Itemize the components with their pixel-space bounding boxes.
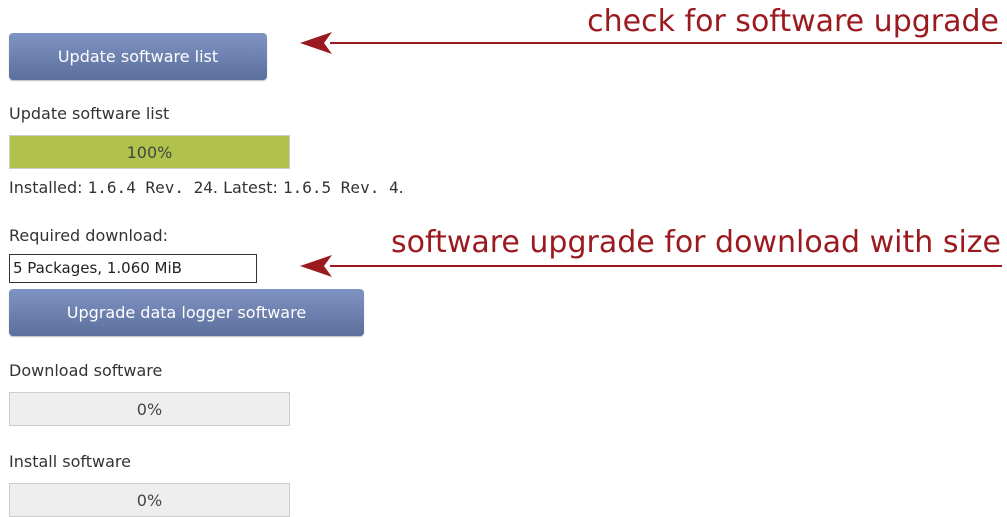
- annotation-arrow-download: [300, 255, 1002, 277]
- download-progress-bar: 0%: [9, 392, 290, 426]
- install-progress-bar: 0%: [9, 483, 290, 517]
- upgrade-data-logger-software-button[interactable]: Upgrade data logger software: [9, 289, 364, 336]
- download-progress-label: Download software: [9, 361, 163, 380]
- upgrade-button-label: Upgrade data logger software: [66, 303, 307, 322]
- download-progress-text: 0%: [136, 399, 163, 419]
- install-progress-text: 0%: [136, 490, 163, 510]
- install-progress-label: Install software: [9, 452, 131, 471]
